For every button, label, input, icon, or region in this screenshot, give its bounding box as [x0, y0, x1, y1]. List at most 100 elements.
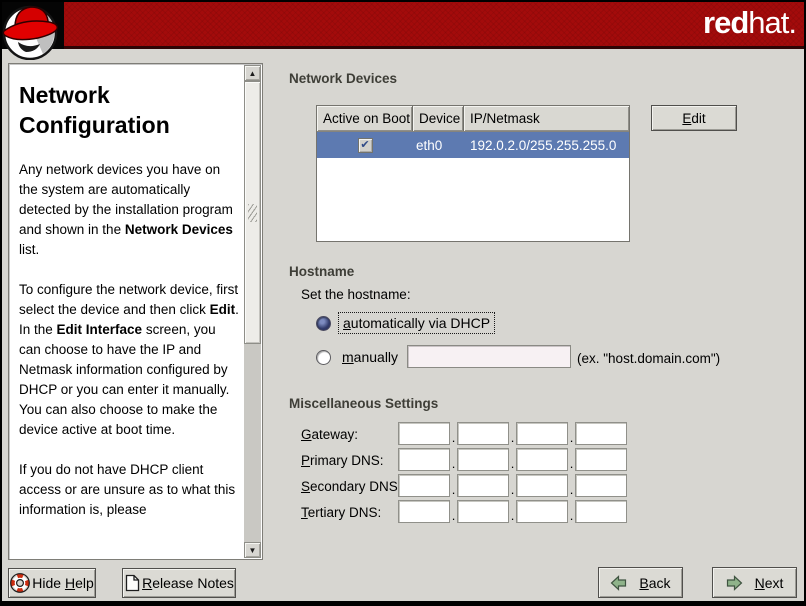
ip-octet-input[interactable] — [457, 448, 509, 471]
scrollbar-thumb[interactable] — [244, 81, 261, 344]
ip-octet-input[interactable] — [516, 474, 568, 497]
edit-button[interactable]: Edit — [651, 105, 737, 131]
help-paragraph-2: To configure the network device, first s… — [19, 280, 239, 440]
octet-dot: . — [450, 510, 457, 523]
help-title: Network Configuration — [19, 80, 239, 140]
ip-octet-input[interactable] — [457, 422, 509, 445]
primary-dns-label: Primary DNS: — [301, 453, 384, 468]
secondary-dns-label-key: S — [301, 479, 310, 494]
octet-dot: . — [509, 484, 516, 497]
release-notes-key: R — [142, 575, 152, 591]
ip-octet-input[interactable] — [575, 500, 627, 523]
ip-octet-input[interactable] — [516, 500, 568, 523]
ip-octet-input[interactable] — [575, 448, 627, 471]
help-p2-pre: To configure the network device, first s… — [19, 282, 238, 317]
ip-octet-input[interactable] — [575, 474, 627, 497]
help-paragraph-3: If you do not have DHCP client access or… — [19, 460, 239, 520]
back-button[interactable]: Back — [598, 567, 683, 598]
hide-help-post: elp — [75, 575, 94, 591]
ip-octet-input[interactable] — [575, 422, 627, 445]
release-notes-post: elease Notes — [152, 575, 234, 591]
ip-octet-input[interactable] — [516, 448, 568, 471]
hostname-section-label: Hostname — [289, 264, 354, 279]
octet-dot: . — [450, 484, 457, 497]
next-button[interactable]: Next — [712, 567, 797, 598]
active-on-boot-checkbox[interactable]: ✔ — [358, 138, 373, 153]
gateway-label: Gateway: — [301, 427, 358, 442]
redhat-wordmark: redhat. — [703, 5, 796, 41]
secondary-dns-row: ... — [398, 474, 627, 497]
ip-octet-input[interactable] — [516, 422, 568, 445]
primary-dns-label-key: P — [301, 453, 310, 468]
back-button-key: B — [639, 575, 648, 591]
help-p2-bold2: Edit Interface — [57, 322, 143, 337]
radio-auto-dhcp[interactable] — [316, 316, 331, 331]
life-preserver-icon — [10, 573, 30, 593]
manual-label-text: anually — [354, 349, 398, 365]
octet-dot: . — [568, 510, 575, 523]
ip-octet-input[interactable] — [398, 474, 450, 497]
edit-button-label: dit — [691, 111, 705, 126]
gateway-label-text: ateway: — [312, 427, 359, 442]
octet-dot: . — [509, 432, 516, 445]
top-banner — [0, 0, 806, 49]
hide-help-key: H — [65, 575, 75, 591]
scroll-up-icon[interactable]: ▲ — [244, 65, 261, 81]
column-header-active-on-boot[interactable]: Active on Boot — [317, 106, 413, 131]
hide-help-button[interactable]: Hide Help — [8, 568, 96, 598]
manual-label-key: m — [342, 349, 354, 365]
back-arrow-icon — [610, 575, 627, 591]
ip-octet-input[interactable] — [457, 500, 509, 523]
ip-octet-input[interactable] — [398, 422, 450, 445]
set-hostname-prompt: Set the hostname: — [301, 287, 411, 302]
help-scrollbar[interactable]: ▲ ▼ — [244, 65, 261, 558]
scroll-down-icon[interactable]: ▼ — [244, 542, 261, 558]
secondary-dns-label-text: econdary DNS: — [310, 479, 402, 494]
octet-dot: . — [568, 458, 575, 471]
octet-dot: . — [450, 458, 457, 471]
gateway-label-key: G — [301, 427, 312, 442]
network-devices-section-label: Network Devices — [289, 71, 397, 86]
ip-octet-input[interactable] — [398, 500, 450, 523]
octet-dot: . — [509, 510, 516, 523]
table-header-row: Active on Boot Device IP/Netmask — [317, 106, 629, 132]
hostname-manual-option[interactable]: manually — [316, 344, 402, 370]
radio-manually-label[interactable]: manually — [338, 347, 402, 367]
radio-auto-dhcp-label[interactable]: automatically via DHCP — [338, 312, 495, 334]
help-paragraph-1: Any network devices you have on the syst… — [19, 160, 239, 260]
brand-bold-text: red — [703, 5, 748, 40]
hostname-auto-option[interactable]: automatically via DHCP — [316, 310, 495, 336]
gateway-row: ... — [398, 422, 627, 445]
octet-dot: . — [568, 432, 575, 445]
column-header-device[interactable]: Device — [413, 106, 464, 131]
secondary-dns-label: Secondary DNS: — [301, 479, 402, 494]
document-icon — [124, 574, 140, 592]
table-cell-ip-netmask: 192.0.2.0/255.255.255.0 — [464, 138, 629, 153]
tertiary-dns-label: Tertiary DNS: — [301, 505, 381, 520]
back-button-label: ack — [649, 575, 671, 591]
primary-dns-label-text: rimary DNS: — [310, 453, 384, 468]
next-button-key: N — [755, 575, 765, 591]
installer-window: redhat. Network Configuration Any networ… — [0, 0, 806, 606]
column-header-ip-netmask[interactable]: IP/Netmask — [464, 106, 629, 131]
auto-label-text: utomatically via DHCP — [351, 315, 490, 331]
table-row[interactable]: ✔ eth0 192.0.2.0/255.255.255.0 — [317, 132, 629, 158]
ip-octet-input[interactable] — [398, 448, 450, 471]
primary-dns-row: ... — [398, 448, 627, 471]
scrollbar-grip-icon — [248, 204, 257, 222]
auto-label-key: a — [343, 315, 351, 331]
table-cell-device: eth0 — [413, 138, 464, 153]
redhat-shadowman-logo-icon — [2, 2, 66, 65]
tertiary-dns-label-text: ertiary DNS: — [308, 505, 382, 520]
help-p2-post: screen, you can choose to have the IP an… — [19, 322, 229, 437]
next-arrow-icon — [726, 575, 743, 591]
hostname-input[interactable] — [407, 345, 571, 368]
network-devices-table: Active on Boot Device IP/Netmask ✔ eth0 … — [316, 105, 630, 242]
misc-section-label: Miscellaneous Settings — [289, 396, 438, 411]
release-notes-button[interactable]: Release Notes — [122, 568, 236, 598]
ip-octet-input[interactable] — [457, 474, 509, 497]
radio-manually[interactable] — [316, 350, 331, 365]
next-button-label: ext — [765, 575, 784, 591]
hide-help-pre: Hide — [32, 575, 65, 591]
tertiary-dns-row: ... — [398, 500, 627, 523]
